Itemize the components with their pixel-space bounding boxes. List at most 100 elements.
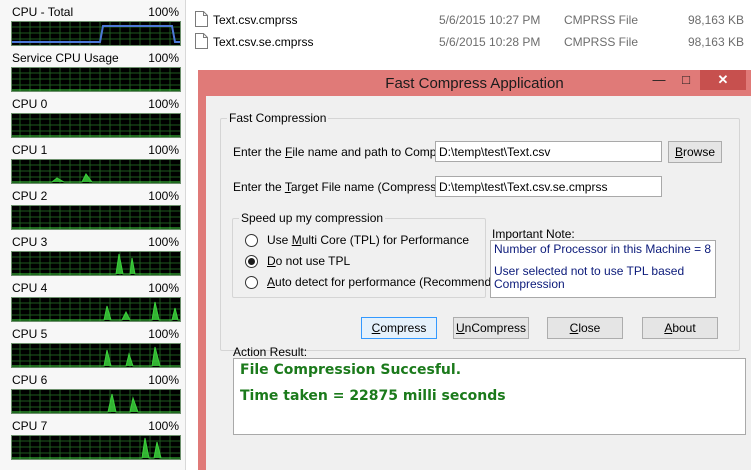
- cpu-percent: 100%: [148, 51, 179, 65]
- label-part: o not use TPL: [275, 254, 351, 268]
- important-note-box: Number of Processor in this Machine = 8 …: [490, 240, 716, 298]
- file-size: 98,163 KB: [687, 35, 744, 49]
- note-line: User selected not to use TPL based Compr…: [494, 264, 685, 291]
- radio-auto-detect[interactable]: Auto detect for performance (Recommended…: [245, 275, 508, 291]
- cpu-percent: 100%: [148, 327, 179, 341]
- cpu-percent: 100%: [148, 373, 179, 387]
- label-part: Enter the: [233, 180, 285, 194]
- cpu-label: CPU 3: [12, 235, 48, 249]
- cpu-label: Service CPU Usage: [12, 51, 119, 65]
- cpu-graph: [11, 435, 181, 460]
- browse-button[interactable]: Browse: [668, 141, 722, 163]
- cpu-item-cpu6: CPU 6 100%: [0, 368, 186, 414]
- cpu-percent: 100%: [148, 281, 179, 295]
- cpu-item-cpu0: CPU 0 100%: [0, 92, 186, 138]
- label-part: ulti Core (TPL) for Performance: [301, 233, 470, 247]
- file-icon: [195, 11, 208, 27]
- cpu-label: CPU 1: [12, 143, 48, 157]
- cpu-graph: [11, 113, 181, 138]
- action-result-label: Action Result:: [233, 345, 308, 359]
- action-result-box: File Compression Succesful. Time taken =…: [233, 358, 746, 435]
- cpu-monitor-panel: CPU - Total 100% Service CPU Usage 100% …: [0, 0, 186, 470]
- file-icon: [195, 33, 208, 49]
- source-file-label: Enter the File name and path to Compress…: [233, 145, 462, 159]
- radio-multi-core[interactable]: Use Multi Core (TPL) for Performance: [245, 233, 475, 249]
- file-size: 98,163 KB: [687, 13, 744, 27]
- cpu-graph-svg: [12, 68, 180, 91]
- label-part: uto detect for performance (Recommended): [275, 275, 509, 289]
- about-button[interactable]: About: [642, 317, 718, 339]
- close-button[interactable]: Close: [547, 317, 623, 339]
- accelerator-key: U: [455, 321, 465, 335]
- cpu-label: CPU 4: [12, 281, 48, 295]
- cpu-percent: 100%: [148, 143, 179, 157]
- button-label: rowse: [683, 145, 716, 159]
- app-window: Fast Compress Application — □ ✕ Fast Com…: [198, 70, 751, 470]
- radio-circle[interactable]: [245, 234, 258, 247]
- button-label: nCompress: [464, 321, 527, 335]
- group-title: Speed up my compression: [239, 211, 386, 225]
- cpu-percent: 100%: [148, 235, 179, 249]
- cpu-item-cpu2: CPU 2 100%: [0, 184, 186, 230]
- target-file-input[interactable]: D:\temp\test\Text.csv.se.cmprss: [435, 176, 662, 197]
- note-line: Number of Processor in this Machine = 8: [494, 242, 712, 256]
- window-close-button[interactable]: ✕: [700, 70, 746, 90]
- cpu-graph-svg: [12, 206, 180, 229]
- cpu-percent: 100%: [148, 189, 179, 203]
- file-type: CMPRSS File: [564, 35, 639, 49]
- radio-no-tpl[interactable]: Do not use TPL: [245, 254, 475, 270]
- title-bar[interactable]: Fast Compress Application — □ ✕: [198, 70, 751, 96]
- cpu-label: CPU 0: [12, 97, 48, 111]
- cpu-graph-svg: [12, 344, 180, 367]
- cpu-trace: [12, 301, 180, 321]
- cpu-graph: [11, 389, 181, 414]
- radio-label: Do not use TPL: [267, 254, 350, 268]
- important-note-label: Important Note:: [492, 227, 575, 241]
- button-label: ompress: [380, 321, 427, 335]
- cpu-graph: [11, 205, 181, 230]
- compress-button[interactable]: Compress: [361, 317, 437, 339]
- cpu-trace: [12, 393, 180, 413]
- file-date: 5/6/2015 10:28 PM: [439, 35, 541, 49]
- cpu-item-cpu5: CPU 5 100%: [0, 322, 186, 368]
- result-line: File Compression Succesful.: [240, 362, 462, 378]
- cpu-graph-svg: [12, 298, 180, 321]
- result-line: Time taken = 22875 milli seconds: [240, 388, 506, 404]
- window-client-area: Fast Compression Enter the File name and…: [206, 96, 751, 470]
- speed-up-group: Speed up my compression Use Multi Core (…: [232, 211, 508, 298]
- cpu-item-cpu4: CPU 4 100%: [0, 276, 186, 322]
- file-row[interactable]: Text.csv.se.cmprss 5/6/2015 10:28 PM CMP…: [193, 31, 751, 53]
- cpu-trace: [12, 173, 180, 183]
- accelerator-key: D: [267, 254, 276, 268]
- file-name: Text.csv.cmprss: [213, 13, 298, 27]
- cpu-graph: [11, 159, 181, 184]
- file-type: CMPRSS File: [564, 13, 639, 27]
- cpu-percent: 100%: [148, 419, 179, 433]
- minimize-button[interactable]: —: [646, 70, 672, 90]
- target-file-label: Enter the Target File name (Compressed) …: [233, 180, 460, 194]
- cpu-item-total: CPU - Total 100%: [0, 0, 186, 46]
- cpu-graph-svg: [12, 160, 180, 183]
- cpu-percent: 100%: [148, 97, 179, 111]
- cpu-percent: 100%: [148, 5, 179, 19]
- cpu-graph: [11, 297, 181, 322]
- file-name: Text.csv.se.cmprss: [213, 35, 314, 49]
- cpu-graph-svg: [12, 390, 180, 413]
- accelerator-key: M: [291, 233, 302, 247]
- source-file-input[interactable]: D:\temp\test\Text.csv: [435, 141, 662, 162]
- cpu-item-cpu7: CPU 7 100%: [0, 414, 186, 460]
- radio-circle[interactable]: [245, 276, 258, 289]
- label-part: Use: [267, 233, 292, 247]
- cpu-trace: [12, 25, 180, 43]
- accelerator-key: A: [267, 275, 276, 289]
- cpu-item-service: Service CPU Usage 100%: [0, 46, 186, 92]
- file-date: 5/6/2015 10:27 PM: [439, 13, 541, 27]
- cpu-graph-svg: [12, 114, 180, 137]
- file-row[interactable]: Text.csv.cmprss 5/6/2015 10:27 PM CMPRSS…: [193, 9, 751, 31]
- radio-circle[interactable]: [245, 255, 258, 268]
- maximize-button[interactable]: □: [673, 70, 699, 90]
- cpu-graph: [11, 67, 181, 92]
- cpu-label: CPU 2: [12, 189, 48, 203]
- uncompress-button[interactable]: UnCompress: [453, 317, 529, 339]
- group-title: Fast Compression: [227, 111, 329, 125]
